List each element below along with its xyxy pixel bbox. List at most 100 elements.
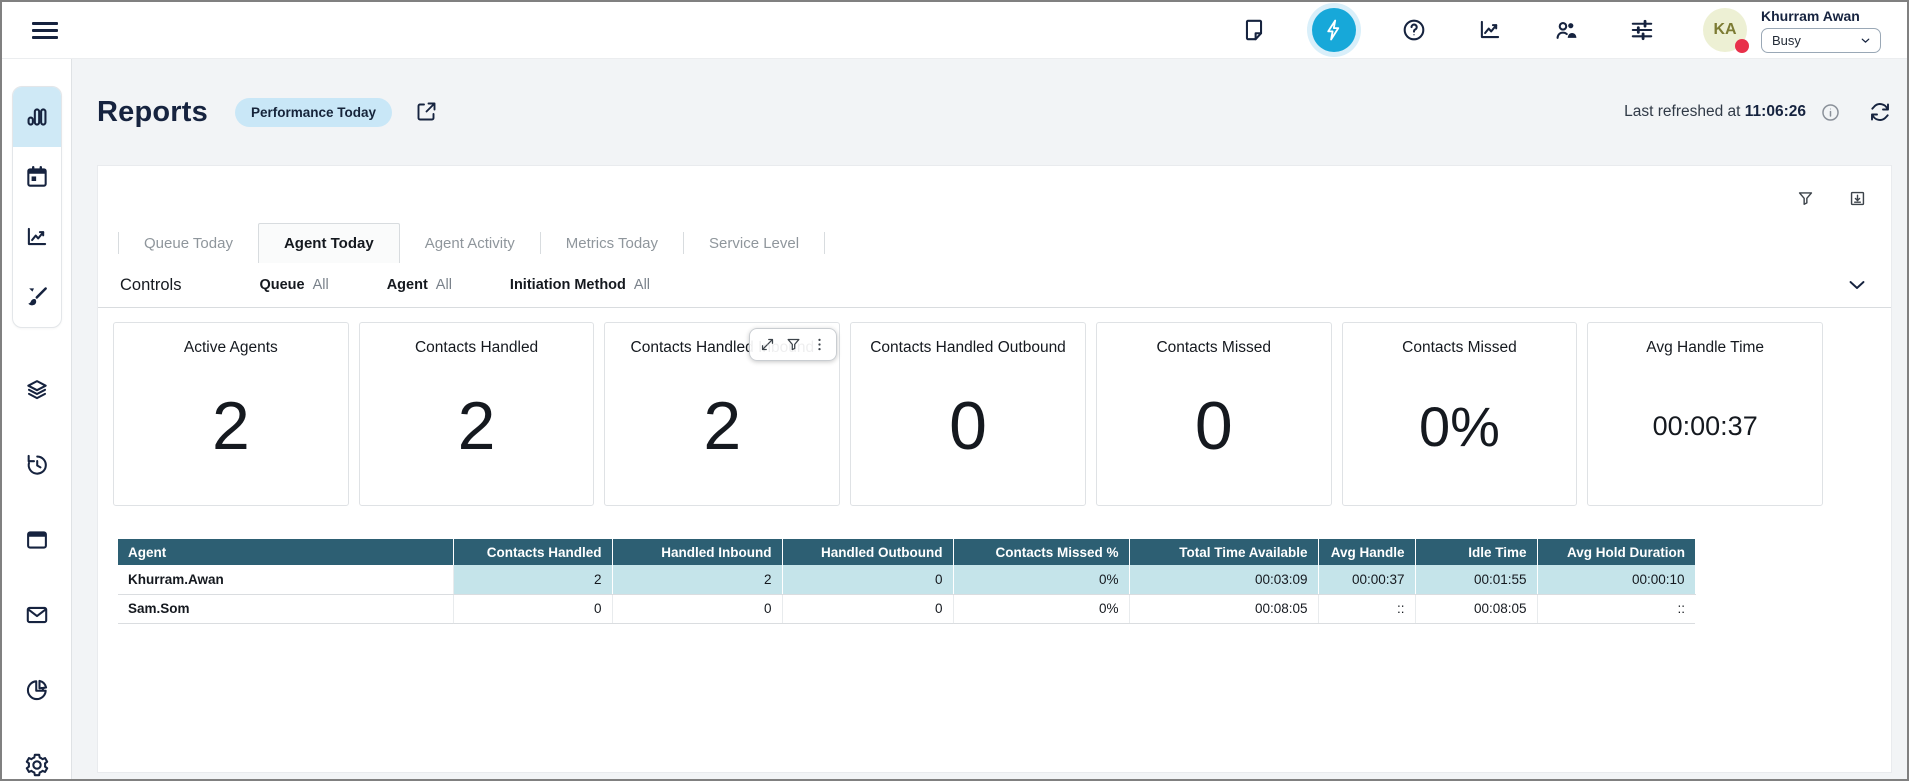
filter-queue[interactable]: Queue All [259, 277, 328, 293]
col-handled-inbound[interactable]: Handled Inbound [612, 539, 782, 565]
kebab-menu-icon[interactable] [810, 336, 828, 354]
calendar-icon [24, 164, 50, 190]
filter-initiation-method[interactable]: Initiation Method All [510, 277, 650, 293]
kpi-card-avg-handle-time[interactable]: Avg Handle Time 00:00:37 [1587, 322, 1823, 506]
line-chart-icon [24, 224, 50, 250]
kpi-card-contacts-handled[interactable]: Contacts Handled 2 [359, 322, 595, 506]
status-dot [1735, 39, 1749, 53]
col-contacts-missed-pct[interactable]: Contacts Missed % [953, 539, 1129, 565]
sidebar-item-pie-chart[interactable] [12, 677, 62, 703]
refresh-icon[interactable] [1868, 100, 1892, 124]
filter-icon[interactable] [784, 336, 802, 354]
col-total-time-available[interactable]: Total Time Available [1129, 539, 1318, 565]
tab-agent-activity[interactable]: Agent Activity [400, 223, 540, 263]
last-refreshed-text: Last refreshed at 11:06:26 [1624, 103, 1806, 121]
help-icon[interactable] [1401, 17, 1427, 43]
kpi-value: 2 [212, 387, 250, 465]
layers-icon [24, 377, 50, 403]
expand-icon[interactable] [758, 336, 776, 354]
sidebar-item-browser[interactable] [12, 527, 62, 553]
sidebar-item-mail[interactable] [12, 602, 62, 628]
avatar-initials: KA [1713, 21, 1736, 39]
settings-sliders-icon[interactable] [1629, 17, 1655, 43]
collapse-controls-chevron-icon[interactable] [1845, 273, 1869, 297]
refresh-group: Last refreshed at 11:06:26 [1624, 100, 1892, 124]
status-select[interactable]: Busy [1761, 28, 1881, 53]
panel-tools [1793, 186, 1869, 210]
notes-icon[interactable] [1241, 17, 1267, 43]
sidebar-item-brush[interactable] [13, 267, 61, 327]
kpi-value: 0% [1419, 394, 1500, 459]
page-header: Reports Performance Today Last refreshed… [97, 59, 1892, 165]
sidebar [2, 59, 72, 779]
report-badge[interactable]: Performance Today [235, 98, 392, 127]
sidebar-item-bar-chart[interactable] [13, 87, 61, 147]
card-hover-toolbar [749, 328, 837, 361]
table-row[interactable]: Khurram.Awan 2 2 0 0% 00:03:09 00:00:37 … [118, 565, 1695, 594]
col-avg-hold-duration[interactable]: Avg Hold Duration [1537, 539, 1695, 565]
controls-label: Controls [120, 276, 181, 295]
sidebar-item-settings[interactable] [12, 752, 62, 778]
info-icon[interactable] [1818, 100, 1842, 124]
page-title: Reports [97, 96, 208, 129]
open-external-icon[interactable] [414, 100, 438, 124]
pie-chart-icon [24, 677, 50, 703]
chevron-down-icon [1859, 34, 1872, 47]
col-avg-handle[interactable]: Avg Handle [1318, 539, 1415, 565]
cell-agent: Sam.Som [118, 594, 453, 623]
filter-agent[interactable]: Agent All [387, 277, 452, 293]
user-name: Khurram Awan [1761, 8, 1881, 24]
kpi-value: 2 [703, 387, 741, 465]
col-agent[interactable]: Agent [118, 539, 453, 565]
mail-icon [24, 602, 50, 628]
kpi-value: 0 [949, 387, 987, 465]
brush-icon [24, 284, 50, 310]
status-select-value: Busy [1772, 33, 1801, 48]
col-handled-outbound[interactable]: Handled Outbound [782, 539, 953, 565]
table-header-row: Agent Contacts Handled Handled Inbound H… [118, 539, 1695, 565]
cell-agent: Khurram.Awan [118, 565, 453, 594]
col-contacts-handled[interactable]: Contacts Handled [453, 539, 612, 565]
kpi-value: 2 [458, 387, 496, 465]
sidebar-item-line-chart[interactable] [13, 207, 61, 267]
kpi-card-contacts-missed-pct[interactable]: Contacts Missed 0% [1342, 322, 1578, 506]
contacts-people-icon[interactable] [1553, 17, 1579, 43]
metrics-chart-icon[interactable] [1477, 17, 1503, 43]
sidebar-item-layers[interactable] [12, 377, 62, 403]
tab-queue-today[interactable]: Queue Today [119, 223, 258, 263]
agent-metrics-table: Agent Contacts Handled Handled Inbound H… [118, 539, 1696, 624]
sidebar-report-group [12, 86, 62, 328]
tab-agent-today[interactable]: Agent Today [258, 223, 400, 263]
last-refreshed-time: 11:06:26 [1745, 103, 1806, 120]
kpi-card-contacts-handled-inbound[interactable]: Contacts Handled Inbound 2 [604, 322, 840, 506]
boost-lightning-icon[interactable] [1307, 3, 1361, 57]
report-panel: Queue Today Agent Today Agent Activity M… [97, 165, 1892, 773]
kpi-card-active-agents[interactable]: Active Agents 2 [113, 322, 349, 506]
top-bar: KA Khurram Awan Busy [2, 2, 1907, 59]
app-window: KA Khurram Awan Busy [0, 0, 1909, 781]
user-block: KA Khurram Awan Busy [1703, 8, 1881, 53]
browser-icon [24, 527, 50, 553]
main-content: Reports Performance Today Last refreshed… [72, 59, 1907, 779]
gear-icon [24, 752, 50, 778]
filter-icon[interactable] [1793, 186, 1817, 210]
avatar[interactable]: KA [1703, 8, 1747, 52]
tab-metrics-today[interactable]: Metrics Today [541, 223, 683, 263]
kpi-value: 0 [1195, 387, 1233, 465]
hamburger-menu-icon[interactable] [32, 18, 58, 43]
download-icon[interactable] [1845, 186, 1869, 210]
kpi-card-contacts-handled-outbound[interactable]: Contacts Handled Outbound 0 [850, 322, 1086, 506]
topbar-icons [1241, 3, 1655, 57]
sidebar-item-history[interactable] [12, 452, 62, 478]
bar-chart-icon [24, 104, 50, 130]
report-tabs: Queue Today Agent Today Agent Activity M… [118, 223, 1891, 263]
kpi-card-contacts-missed[interactable]: Contacts Missed 0 [1096, 322, 1332, 506]
kpi-value: 00:00:37 [1653, 411, 1758, 442]
col-idle-time[interactable]: Idle Time [1415, 539, 1537, 565]
table-row[interactable]: Sam.Som 0 0 0 0% 00:08:05 :: 00:08:05 :: [118, 594, 1695, 623]
history-icon [24, 452, 50, 478]
sidebar-item-calendar[interactable] [13, 147, 61, 207]
tab-service-level[interactable]: Service Level [684, 223, 824, 263]
controls-row: Controls Queue All Agent All Initiation … [98, 263, 1891, 308]
kpi-cards-row: Active Agents 2 Contacts Handled 2 Conta… [113, 322, 1823, 506]
